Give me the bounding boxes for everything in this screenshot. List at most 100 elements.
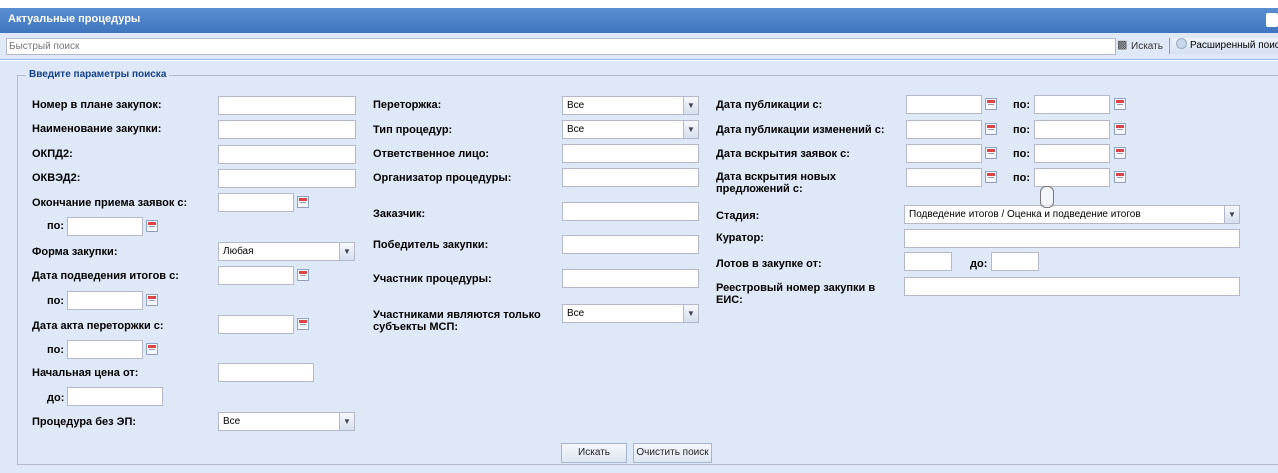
procedure-type-label: Тип процедур: <box>373 124 453 136</box>
chevron-down-icon[interactable]: ▼ <box>683 121 698 138</box>
registry-number-input[interactable] <box>904 277 1240 296</box>
chevron-down-icon[interactable]: ▼ <box>683 97 698 114</box>
rebid-act-date-to-input[interactable] <box>67 340 143 359</box>
lots-from-input[interactable] <box>904 252 952 271</box>
no-signature-select[interactable]: Все ▼ <box>218 412 355 431</box>
changes-date-from-input[interactable] <box>906 120 982 139</box>
purchase-name-label: Наименование закупки: <box>32 123 162 135</box>
calendar-icon[interactable] <box>985 147 997 159</box>
curator-input[interactable] <box>904 229 1240 248</box>
publication-date-from-input[interactable] <box>906 95 982 114</box>
lots-to-label: до: <box>970 258 988 270</box>
okved2-label: ОКВЭД2: <box>32 172 81 184</box>
purchase-form-value: Любая <box>223 246 254 257</box>
calendar-icon[interactable] <box>985 123 997 135</box>
search-button[interactable]: Искать <box>561 443 627 463</box>
advanced-search-button[interactable]: Расширенный поиск <box>1172 38 1278 54</box>
opening-date-to-input[interactable] <box>1034 144 1110 163</box>
responsible-input[interactable] <box>562 144 699 163</box>
calendar-icon[interactable] <box>1114 123 1126 135</box>
rebid-act-date-from-input[interactable] <box>218 315 294 334</box>
changes-date-to-input[interactable] <box>1034 120 1110 139</box>
start-price-from-input[interactable] <box>218 363 314 382</box>
summary-date-to-input[interactable] <box>67 291 143 310</box>
okved2-input[interactable] <box>218 169 356 188</box>
lots-to-input[interactable] <box>991 252 1039 271</box>
rebid-label: Переторжка: <box>373 99 442 111</box>
summary-date-label: Дата подведения итогов с: <box>32 270 179 282</box>
customer-input[interactable] <box>562 202 699 221</box>
to-label: по: <box>1013 172 1031 184</box>
calendar-icon[interactable] <box>297 196 309 208</box>
clear-search-button[interactable]: Очистить поиск <box>633 443 712 463</box>
calendar-icon[interactable] <box>1114 98 1126 110</box>
window-tool-icon[interactable] <box>1266 13 1278 27</box>
responsible-label: Ответственное лицо: <box>373 148 490 160</box>
calendar-icon[interactable] <box>1114 147 1126 159</box>
quick-search-button[interactable]: Искать <box>1131 41 1163 52</box>
purchase-form-select[interactable]: Любая ▼ <box>218 242 355 261</box>
rebid-value: Все <box>567 100 585 111</box>
rebid-select[interactable]: Все ▼ <box>562 96 699 115</box>
chevron-down-icon[interactable]: ▼ <box>339 413 354 430</box>
to-label: по: <box>47 344 65 356</box>
calendar-icon[interactable] <box>146 294 158 306</box>
quick-search-input[interactable] <box>6 38 1116 55</box>
no-signature-value: Все <box>223 416 241 427</box>
chevron-down-icon[interactable]: ▼ <box>1224 206 1239 223</box>
chevron-down-icon[interactable]: ▼ <box>339 243 354 260</box>
smb-only-select[interactable]: Все ▼ <box>562 304 699 323</box>
stage-value: Подведение итогов / Оценка и подведение … <box>909 209 1141 220</box>
procedure-type-select[interactable]: Все ▼ <box>562 120 699 139</box>
registry-number-label: Реестровый номер закупки в ЕИС: <box>716 282 876 306</box>
changes-date-label: Дата публикации изменений с: <box>716 124 885 136</box>
participant-label: Участник процедуры: <box>373 273 492 285</box>
end-of-applications-label: Окончание приема заявок с: <box>32 197 188 209</box>
smb-only-value: Все <box>567 308 585 319</box>
okpd2-input[interactable] <box>218 145 356 164</box>
opening-date-from-input[interactable] <box>906 144 982 163</box>
end-of-applications-from-input[interactable] <box>218 193 294 212</box>
calendar-icon[interactable] <box>297 318 309 330</box>
winner-input[interactable] <box>562 235 699 254</box>
publication-date-to-input[interactable] <box>1034 95 1110 114</box>
publication-date-label: Дата публикации с: <box>716 99 823 111</box>
end-of-applications-to-input[interactable] <box>67 217 143 236</box>
smb-only-label: Участниками являются только субъекты МСП… <box>373 309 541 333</box>
calendar-icon[interactable] <box>297 269 309 281</box>
start-price-to-input[interactable] <box>67 387 163 406</box>
summary-date-from-input[interactable] <box>218 266 294 285</box>
curator-label: Куратор: <box>716 232 764 244</box>
purchase-form-label: Форма закупки: <box>32 246 118 258</box>
organizer-input[interactable] <box>562 168 699 187</box>
mouse-cursor-icon <box>1040 186 1054 208</box>
to-label: по: <box>47 295 65 307</box>
participant-input[interactable] <box>562 269 699 288</box>
calendar-icon[interactable] <box>985 171 997 183</box>
customer-label: Заказчик: <box>373 208 426 220</box>
plan-number-input[interactable] <box>218 96 356 115</box>
chevron-down-icon[interactable]: ▼ <box>683 305 698 322</box>
binoculars-icon[interactable]: ▩ <box>1117 38 1127 51</box>
new-offers-date-from-input[interactable] <box>906 168 982 187</box>
to-label: по: <box>47 220 65 232</box>
opening-date-label: Дата вскрытия заявок с: <box>716 148 850 160</box>
advanced-search-icon <box>1176 38 1187 49</box>
window-title: Актуальные процедуры <box>8 13 141 25</box>
calendar-icon[interactable] <box>985 98 997 110</box>
calendar-icon[interactable] <box>1114 171 1126 183</box>
new-offers-date-to-input[interactable] <box>1034 168 1110 187</box>
to-label: по: <box>1013 99 1031 111</box>
rebid-act-date-label: Дата акта переторжки с: <box>32 320 164 332</box>
calendar-icon[interactable] <box>146 343 158 355</box>
procedure-type-value: Все <box>567 124 585 135</box>
no-signature-label: Процедура без ЭП: <box>32 416 137 428</box>
start-price-label: Начальная цена от: <box>32 367 139 379</box>
winner-label: Победитель закупки: <box>373 239 489 251</box>
calendar-icon[interactable] <box>146 220 158 232</box>
window-title-bar <box>0 8 1278 33</box>
toolbar-separator <box>1169 38 1170 54</box>
stage-select[interactable]: Подведение итогов / Оценка и подведение … <box>904 205 1240 224</box>
purchase-name-input[interactable] <box>218 120 356 139</box>
price-to-label: до: <box>47 392 65 404</box>
